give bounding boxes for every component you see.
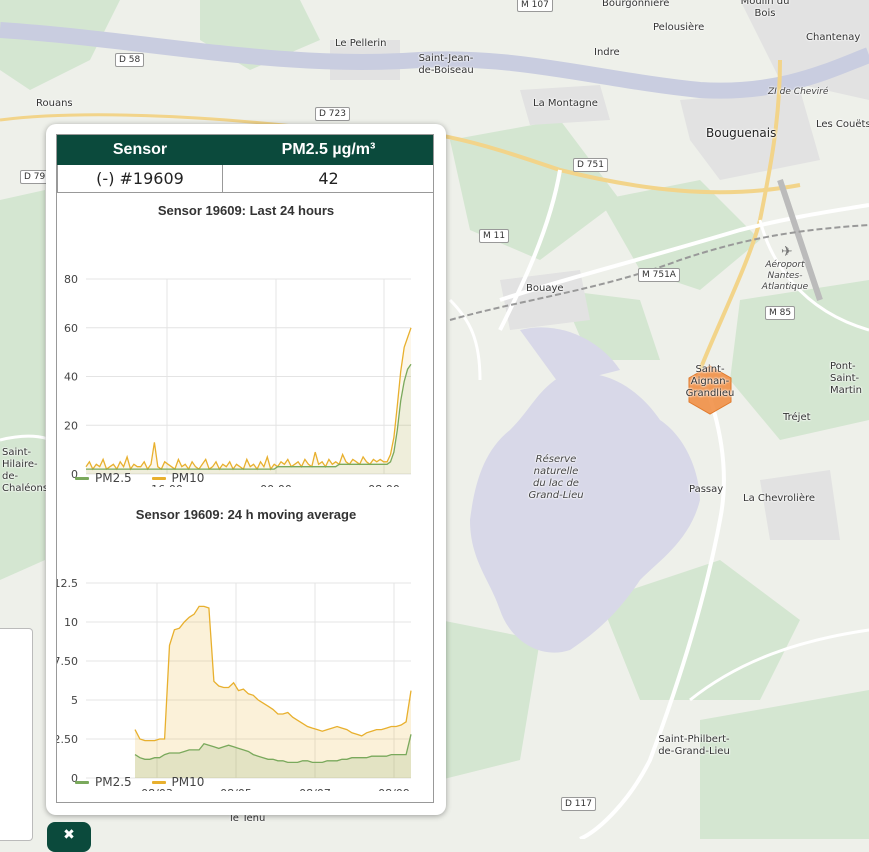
chart-title: Sensor 19609: 24 h moving average xyxy=(135,507,357,522)
place-label: Bourgonnière xyxy=(602,0,670,9)
chart-title: Sensor 19609: Last 24 hours xyxy=(157,203,335,218)
place-label: Saint-Hilaire-de-Chaléons xyxy=(2,447,48,494)
sensor-table: Sensor PM2.5 µg/m³ (-) #19609 42 xyxy=(57,135,433,193)
x-tick-label: 08/05 xyxy=(220,787,252,791)
road-shield: D 751 xyxy=(573,158,608,172)
x-tick-label: 00:00 xyxy=(260,483,292,487)
legend-label: PM2.5 xyxy=(95,471,132,485)
y-tick-label: 2.50 xyxy=(57,733,78,746)
y-tick-label: 10 xyxy=(64,616,78,629)
road-shield: D 117 xyxy=(561,797,596,811)
place-label: Tréjet xyxy=(783,412,811,423)
chart-legend: PM2.5 PM10 xyxy=(75,775,220,789)
place-label: Rouans xyxy=(36,98,73,109)
chart-svg[interactable]: 02040608016:0000:0008:00 xyxy=(57,227,434,487)
side-panel[interactable] xyxy=(0,628,33,841)
place-label: La Chevrolière xyxy=(743,493,816,504)
legend-swatch xyxy=(75,781,89,784)
sensor-value-cell: 42 xyxy=(222,164,433,193)
place-label: Bouguenais xyxy=(706,126,777,140)
place-label: ZI de Cheviré xyxy=(768,87,829,97)
table-header-sensor: Sensor xyxy=(57,135,223,165)
legend-label: PM2.5 xyxy=(95,775,132,789)
series-area-pm10 xyxy=(86,327,411,474)
road-shield: M 85 xyxy=(765,306,796,320)
legend-swatch xyxy=(151,477,166,480)
place-label: Saint-Philbert-de-Grand-Lieu xyxy=(658,734,730,757)
collapse-toggle-button[interactable]: ✖ xyxy=(47,822,91,852)
place-label: Pelousière xyxy=(653,22,705,33)
place-label: Aéroport Nantes-Atlantique xyxy=(761,260,809,292)
popup-content: Sensor PM2.5 µg/m³ (-) #19609 42 Sensor … xyxy=(56,134,434,803)
place-label: La Montagne xyxy=(533,98,598,109)
series-line-pm10 xyxy=(85,327,412,471)
y-tick-label: 80 xyxy=(64,273,78,286)
place-label: Le Pellerin xyxy=(335,38,387,49)
legend-swatch xyxy=(75,477,89,480)
table-header-value: PM2.5 µg/m³ xyxy=(222,135,433,165)
place-label: Moulin du Bois xyxy=(740,0,790,19)
y-tick-label: 5 xyxy=(71,694,78,707)
road-shield: M 107 xyxy=(517,0,553,12)
legend-swatch xyxy=(151,781,166,784)
x-tick-label: 08/07 xyxy=(299,787,331,791)
road-shield: M 11 xyxy=(479,229,510,243)
place-label: Les Couëts xyxy=(816,119,869,130)
place-label: Pont-Saint-Martin xyxy=(830,361,862,396)
place-label: Indre xyxy=(594,47,620,58)
y-tick-label: 40 xyxy=(64,371,78,384)
place-label: Bouaye xyxy=(526,283,564,294)
road-shield: D 79 xyxy=(20,170,50,184)
place-label: Saint-Aignan-Grandlieu xyxy=(685,364,735,399)
legend-label: PM10 xyxy=(171,471,205,485)
road-shield: D 58 xyxy=(115,53,145,67)
sensor-popup: Sensor PM2.5 µg/m³ (-) #19609 42 Sensor … xyxy=(46,124,446,815)
series-line-pm25 xyxy=(86,363,412,470)
place-label: Chantenay xyxy=(806,32,861,43)
chart-moving-average: Sensor 19609: 24 h moving average 02.505… xyxy=(57,505,434,802)
place-label: Réserve naturelle du lac de Grand-Lieu xyxy=(528,454,584,501)
place-label: Passay xyxy=(689,484,724,495)
legend-item-pm25[interactable]: PM2.5 xyxy=(75,775,132,789)
chart-legend: PM2.5 PM10 xyxy=(75,471,220,485)
close-icon: ✖ xyxy=(63,826,75,842)
legend-label: PM10 xyxy=(171,775,205,789)
legend-item-pm10[interactable]: PM10 xyxy=(151,471,205,485)
y-tick-label: 12.5 xyxy=(57,577,78,590)
road-shield: M 751A xyxy=(638,268,680,282)
sensor-id-cell: (-) #19609 xyxy=(57,164,223,193)
legend-item-pm25[interactable]: PM2.5 xyxy=(75,471,132,485)
legend-item-pm10[interactable]: PM10 xyxy=(151,775,205,789)
x-tick-label: 08:00 xyxy=(368,483,400,487)
y-tick-label: 60 xyxy=(64,322,78,335)
y-tick-label: 20 xyxy=(64,419,78,432)
airport-icon: ✈ xyxy=(781,244,793,260)
series-area-pm10 xyxy=(135,606,411,778)
x-tick-label: 08/09 xyxy=(378,787,410,791)
chart-svg[interactable]: 02.5057.501012.508/0308/0508/0708/09 xyxy=(57,531,434,791)
chart-last-24h: Sensor 19609: Last 24 hours 02040608016:… xyxy=(57,201,434,499)
road-shield: D 723 xyxy=(315,107,350,121)
y-tick-label: 7.50 xyxy=(57,655,78,668)
place-label: Saint-Jean-de-Boiseau xyxy=(418,53,474,76)
